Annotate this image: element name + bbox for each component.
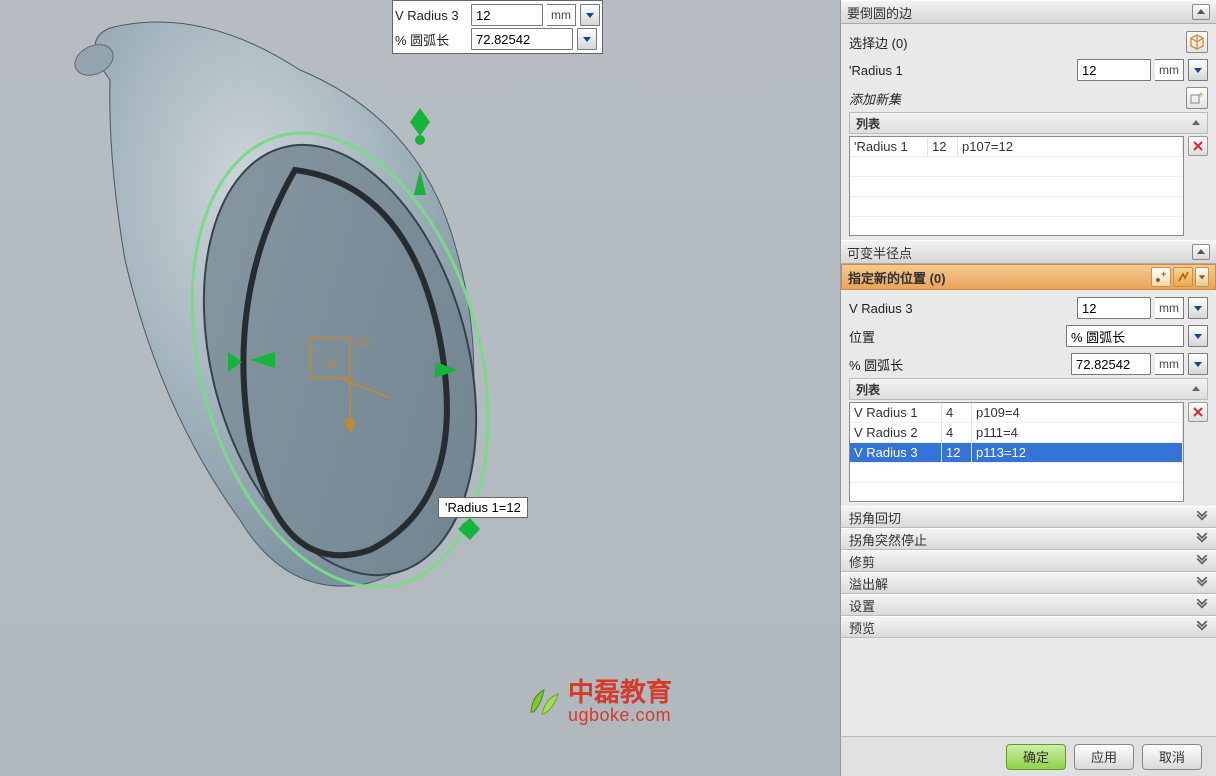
select-edge-label: 选择边 (0) [849, 33, 1182, 52]
close-icon [1192, 406, 1204, 418]
list-item[interactable]: V Radius 24p111=4 [850, 423, 1183, 443]
chevron-down-icon [1196, 511, 1208, 523]
point-icon: + [1154, 270, 1168, 284]
collapsed-section[interactable]: 修剪 [841, 550, 1216, 572]
logo-text-en: ugboke.com [568, 706, 672, 724]
float-row1-dropdown[interactable] [580, 4, 600, 26]
close-icon [1192, 140, 1204, 152]
radius1-input[interactable] [1077, 59, 1151, 81]
arclen-input[interactable] [1071, 353, 1151, 375]
watermark-logo: 中磊教育 ugboke.com [528, 680, 672, 724]
vradius-label: V Radius 3 [849, 301, 1073, 316]
float-unit: mm [547, 4, 576, 26]
cancel-button[interactable]: 取消 [1142, 744, 1202, 770]
model-preview: ZC YC [40, 10, 540, 630]
varpts-list-header[interactable]: 列表 [849, 378, 1208, 400]
edges-list-header[interactable]: 列表 [849, 112, 1208, 134]
collapsed-section[interactable]: 拐角回切 [841, 506, 1216, 528]
position-dropdown-button[interactable] [1188, 325, 1208, 347]
select-edge-button[interactable] [1186, 31, 1208, 53]
edges-list[interactable]: 'Radius 1 12 p107=12 [849, 136, 1184, 236]
svg-text:ZC: ZC [356, 337, 371, 349]
spark-icon [1176, 270, 1190, 284]
chevron-down-icon [1196, 621, 1208, 633]
float-vradius-input[interactable] [471, 4, 543, 26]
logo-text-cn: 中磊教育 [568, 680, 672, 706]
cube-icon [1189, 34, 1205, 50]
delete-list-item-button[interactable] [1188, 136, 1208, 156]
svg-text:+: + [1198, 91, 1204, 101]
chevron-down-icon [1198, 273, 1206, 281]
on-canvas-input-flyout: V Radius 3 mm % 圆弧长 [392, 0, 603, 54]
arclen-label: % 圆弧长 [849, 355, 1067, 374]
add-set-button[interactable]: + [1186, 87, 1208, 109]
svg-text:+: + [1161, 270, 1166, 279]
radius1-dropdown[interactable] [1188, 59, 1208, 81]
position-label: 位置 [849, 327, 1062, 346]
arclen-dropdown[interactable] [1188, 353, 1208, 375]
add-set-label: 添加新集 [849, 89, 1182, 108]
add-icon: + [1190, 91, 1204, 105]
apply-button[interactable]: 应用 [1074, 744, 1134, 770]
svg-text:YC: YC [322, 359, 337, 371]
inferred-point-button[interactable] [1173, 267, 1193, 287]
list-item[interactable]: 'Radius 1 12 p107=12 [850, 137, 1183, 157]
point-type-dropdown[interactable] [1195, 267, 1209, 287]
float-row2-label: % 圆弧长 [395, 30, 467, 49]
chevron-up-icon [1191, 118, 1201, 128]
edge-blend-panel: 要倒圆的边 选择边 (0) 'Radius 1 mm 添加新集 + 列表 [840, 0, 1216, 776]
float-row2-dropdown[interactable] [577, 28, 597, 50]
float-arclen-input[interactable] [471, 28, 573, 50]
chevron-down-icon [1196, 577, 1208, 589]
float-row1-label: V Radius 3 [395, 8, 467, 23]
varpts-list[interactable]: V Radius 14p109=4V Radius 24p111=4V Radi… [849, 402, 1184, 502]
modeling-viewport[interactable]: ZC YC V Radius 3 mm % 圆弧长 [0, 0, 840, 776]
delete-varpt-button[interactable] [1188, 402, 1208, 422]
leaf-icon [528, 686, 562, 718]
specify-new-location-row[interactable]: 指定新的位置 (0) + [841, 264, 1216, 290]
point-dialog-button[interactable]: + [1151, 267, 1171, 287]
radius-annotation: 'Radius 1=12 [438, 497, 528, 518]
collapse-icon[interactable] [1192, 244, 1210, 260]
dialog-footer: 确定 应用 取消 [841, 736, 1216, 776]
collapsed-section[interactable]: 溢出解 [841, 572, 1216, 594]
chevron-down-icon [1196, 599, 1208, 611]
chevron-down-icon [1196, 533, 1208, 545]
radius1-label: 'Radius 1 [849, 63, 1073, 78]
collapse-icon[interactable] [1192, 4, 1210, 20]
chevron-down-icon [1196, 555, 1208, 567]
list-item[interactable]: V Radius 312p113=12 [850, 443, 1183, 463]
list-item[interactable]: V Radius 14p109=4 [850, 403, 1183, 423]
ok-button[interactable]: 确定 [1006, 744, 1066, 770]
position-select[interactable]: % 圆弧长 [1066, 325, 1184, 347]
collapsed-section[interactable]: 设置 [841, 594, 1216, 616]
section-edges-header[interactable]: 要倒圆的边 [841, 0, 1216, 24]
chevron-up-icon [1191, 384, 1201, 394]
vradius-dropdown[interactable] [1188, 297, 1208, 319]
vradius-input[interactable] [1077, 297, 1151, 319]
collapsed-section[interactable]: 拐角突然停止 [841, 528, 1216, 550]
section-varpts-header[interactable]: 可变半径点 [841, 240, 1216, 264]
collapsed-section[interactable]: 预览 [841, 616, 1216, 638]
